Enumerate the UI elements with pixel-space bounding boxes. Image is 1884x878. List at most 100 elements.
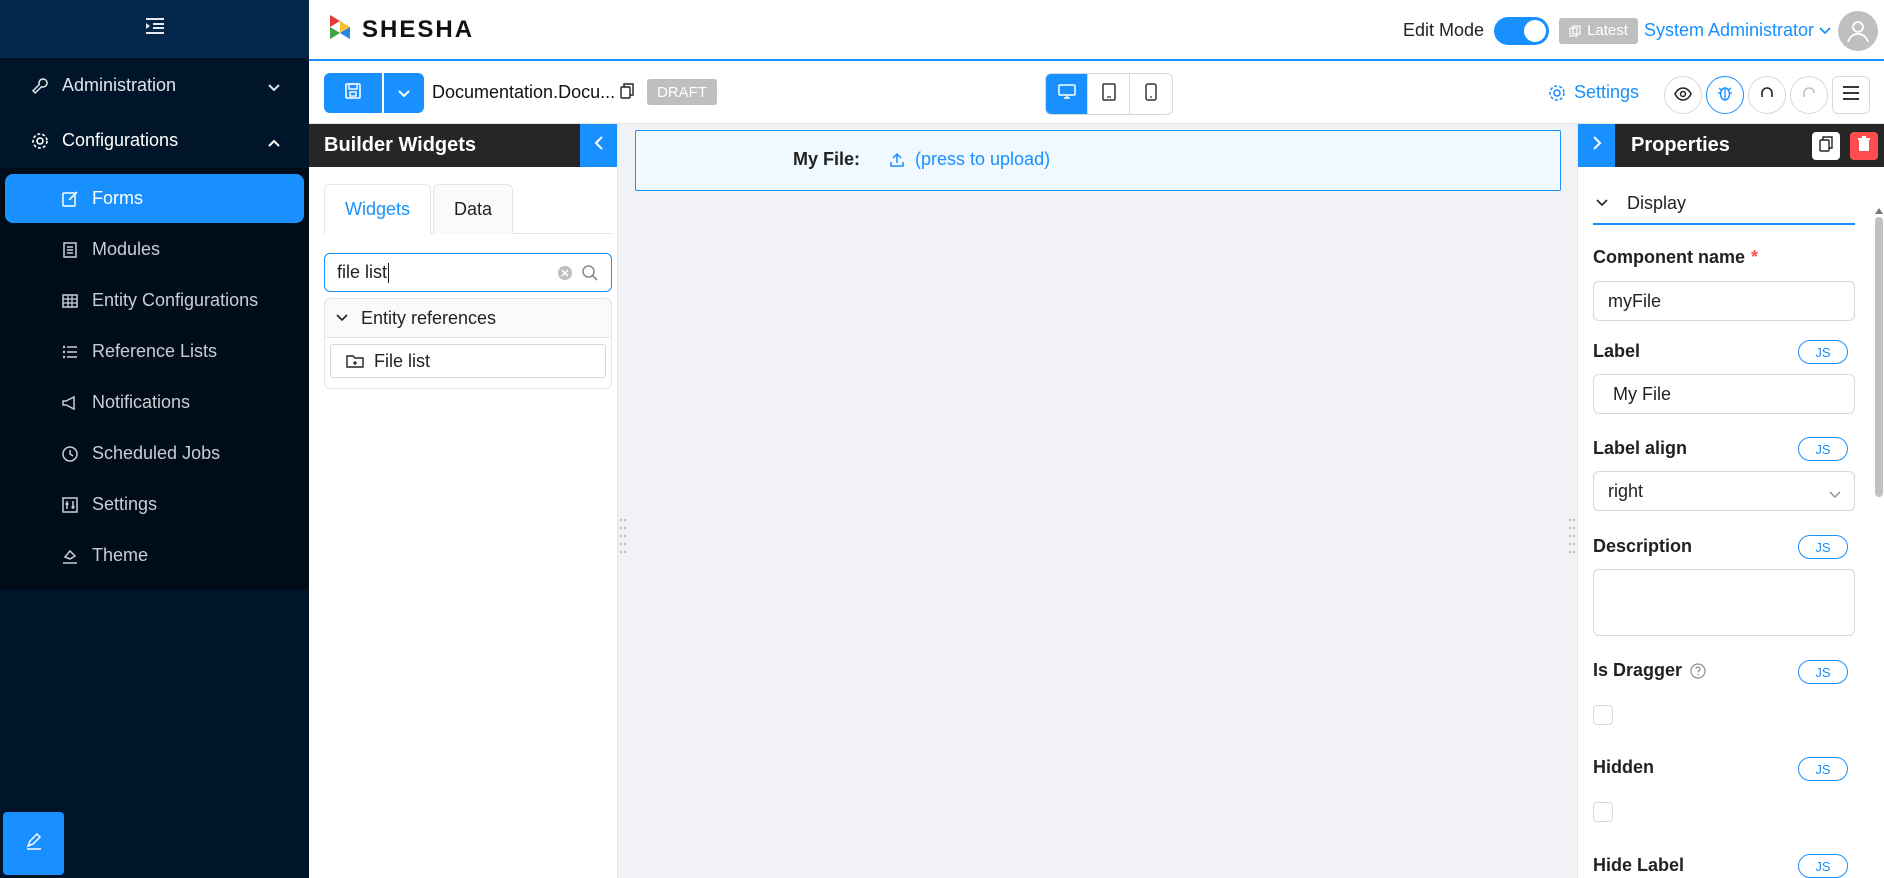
hide-label-label: Hide Label xyxy=(1593,855,1685,875)
paint-icon xyxy=(60,546,80,566)
scrollbar[interactable] xyxy=(1875,217,1883,497)
debug-button[interactable] xyxy=(1706,76,1744,114)
label-js-button[interactable]: JS xyxy=(1798,340,1848,364)
sidebar-item-label: Entity Configurations xyxy=(92,290,259,310)
sidebar-item-label: Scheduled Jobs xyxy=(92,443,221,463)
sidebar-item-theme[interactable]: Theme xyxy=(5,531,304,580)
builder-widgets-panel: Builder Widgets Widgets Data file list E… xyxy=(309,124,618,878)
menu-group-label: Configurations xyxy=(62,130,179,150)
edit-mode-toggle[interactable] xyxy=(1494,16,1550,45)
user-menu[interactable]: System Administrator xyxy=(1644,20,1832,41)
sidebar-item-label: Theme xyxy=(92,545,149,565)
field-label: My File: xyxy=(793,149,861,169)
widget-item-label: File list xyxy=(374,350,431,371)
upload-icon xyxy=(889,152,905,168)
clear-icon[interactable] xyxy=(557,265,573,281)
chevron-down-icon xyxy=(1828,484,1842,505)
edit-mode-button[interactable] xyxy=(3,812,64,875)
sidebar-item-label: Settings xyxy=(92,494,158,514)
clock-icon xyxy=(60,444,80,464)
search-value: file list xyxy=(337,262,557,283)
hide-label-js-button[interactable]: JS xyxy=(1798,854,1848,878)
sidebar-item-scheduled-jobs[interactable]: Scheduled Jobs xyxy=(5,429,304,478)
sidebar-item-reference-lists[interactable]: Reference Lists xyxy=(5,327,304,376)
sidebar-item-notifications[interactable]: Notifications xyxy=(5,378,304,427)
is-dragger-checkbox[interactable] xyxy=(1593,705,1613,725)
status-badge: DRAFT xyxy=(647,79,717,105)
save-dropdown-button[interactable] xyxy=(384,73,424,113)
widget-item-file-list[interactable]: File list xyxy=(330,344,606,378)
menu-fold-icon[interactable] xyxy=(144,16,166,41)
edit-icon xyxy=(24,831,44,856)
sidebar-item-settings[interactable]: Settings xyxy=(5,480,304,529)
tab-data[interactable]: Data xyxy=(433,184,514,234)
menu-group-administration[interactable]: Administration xyxy=(0,58,309,113)
sidebar-item-forms[interactable]: Forms xyxy=(5,174,304,223)
gear-icon xyxy=(30,131,50,151)
copy-icon[interactable] xyxy=(620,83,634,104)
label-align-label: Label align xyxy=(1593,438,1688,458)
question-icon[interactable] xyxy=(1690,662,1706,679)
description-textarea[interactable] xyxy=(1593,569,1855,636)
tablet-view-button[interactable] xyxy=(1088,74,1130,114)
section-display-header[interactable]: Display xyxy=(1593,183,1855,225)
save-button[interactable] xyxy=(324,73,382,113)
latest-label: Latest xyxy=(1587,22,1628,39)
is-dragger-js-button[interactable]: JS xyxy=(1798,660,1848,684)
widget-search-input[interactable]: file list xyxy=(324,253,612,292)
tab-widgets[interactable]: Widgets xyxy=(324,184,432,234)
label-align-js-button[interactable]: JS xyxy=(1798,437,1848,461)
collapse-panel-button[interactable] xyxy=(580,124,617,167)
sidebar-toggle[interactable] xyxy=(0,0,309,58)
mobile-icon xyxy=(1145,82,1157,106)
logo: SHESHA xyxy=(326,13,474,46)
widget-group-header[interactable]: Entity references xyxy=(325,299,611,338)
expand-panel-button[interactable] xyxy=(1578,124,1615,167)
description-label: Description xyxy=(1593,536,1693,556)
settings-link[interactable]: Settings xyxy=(1548,82,1639,103)
top-header: SHESHA Edit Mode Latest System Administr… xyxy=(309,0,1884,61)
more-menu-button[interactable] xyxy=(1832,76,1870,114)
mobile-view-button[interactable] xyxy=(1130,74,1172,114)
desktop-view-button[interactable] xyxy=(1046,74,1088,114)
copy-component-button[interactable] xyxy=(1812,132,1840,160)
component-name-label: Component name * xyxy=(1593,247,1759,267)
shesha-logo-icon xyxy=(326,13,354,46)
preview-button[interactable] xyxy=(1664,76,1702,114)
properties-title: Properties xyxy=(1631,134,1730,156)
list-icon xyxy=(60,342,80,362)
copy-icon xyxy=(1819,135,1833,158)
menu-group-configurations[interactable]: Configurations xyxy=(0,113,309,168)
settings-label: Settings xyxy=(1574,82,1640,102)
properties-header: Properties xyxy=(1578,124,1884,167)
chevron-down-icon xyxy=(397,83,411,104)
avatar[interactable] xyxy=(1838,10,1878,51)
table-icon xyxy=(60,291,80,311)
sliders-icon xyxy=(60,495,80,515)
folder-add-icon xyxy=(346,353,364,369)
delete-component-button[interactable] xyxy=(1850,132,1878,160)
widget-tabs: Widgets Data xyxy=(324,184,612,234)
description-js-button[interactable]: JS xyxy=(1798,535,1848,559)
label-input[interactable]: My File xyxy=(1593,374,1855,414)
menu-group-label: Administration xyxy=(62,75,177,95)
is-dragger-label: Is Dragger xyxy=(1593,660,1706,681)
upload-link[interactable]: (press to upload) xyxy=(889,149,1050,170)
redo-button[interactable] xyxy=(1790,76,1828,114)
latest-badge[interactable]: Latest xyxy=(1559,17,1638,44)
edit-icon xyxy=(60,189,80,209)
sidebar-item-modules[interactable]: Modules xyxy=(5,225,304,274)
panel-title: Builder Widgets xyxy=(324,134,477,156)
label-align-select[interactable]: right xyxy=(1593,471,1855,511)
resize-handle-icon[interactable] xyxy=(619,516,627,561)
upload-text: (press to upload) xyxy=(915,149,1051,169)
component-name-input[interactable]: myFile xyxy=(1593,281,1855,321)
hidden-checkbox[interactable] xyxy=(1593,802,1613,822)
resize-handle-icon[interactable] xyxy=(1568,516,1576,561)
file-upload-component[interactable]: My File: (press to upload) xyxy=(635,130,1561,191)
search-icon[interactable] xyxy=(581,264,599,282)
undo-button[interactable] xyxy=(1748,76,1786,114)
form-canvas xyxy=(619,124,1576,878)
hidden-js-button[interactable]: JS xyxy=(1798,757,1848,781)
sidebar-item-entity-configurations[interactable]: Entity Configurations xyxy=(5,276,304,325)
